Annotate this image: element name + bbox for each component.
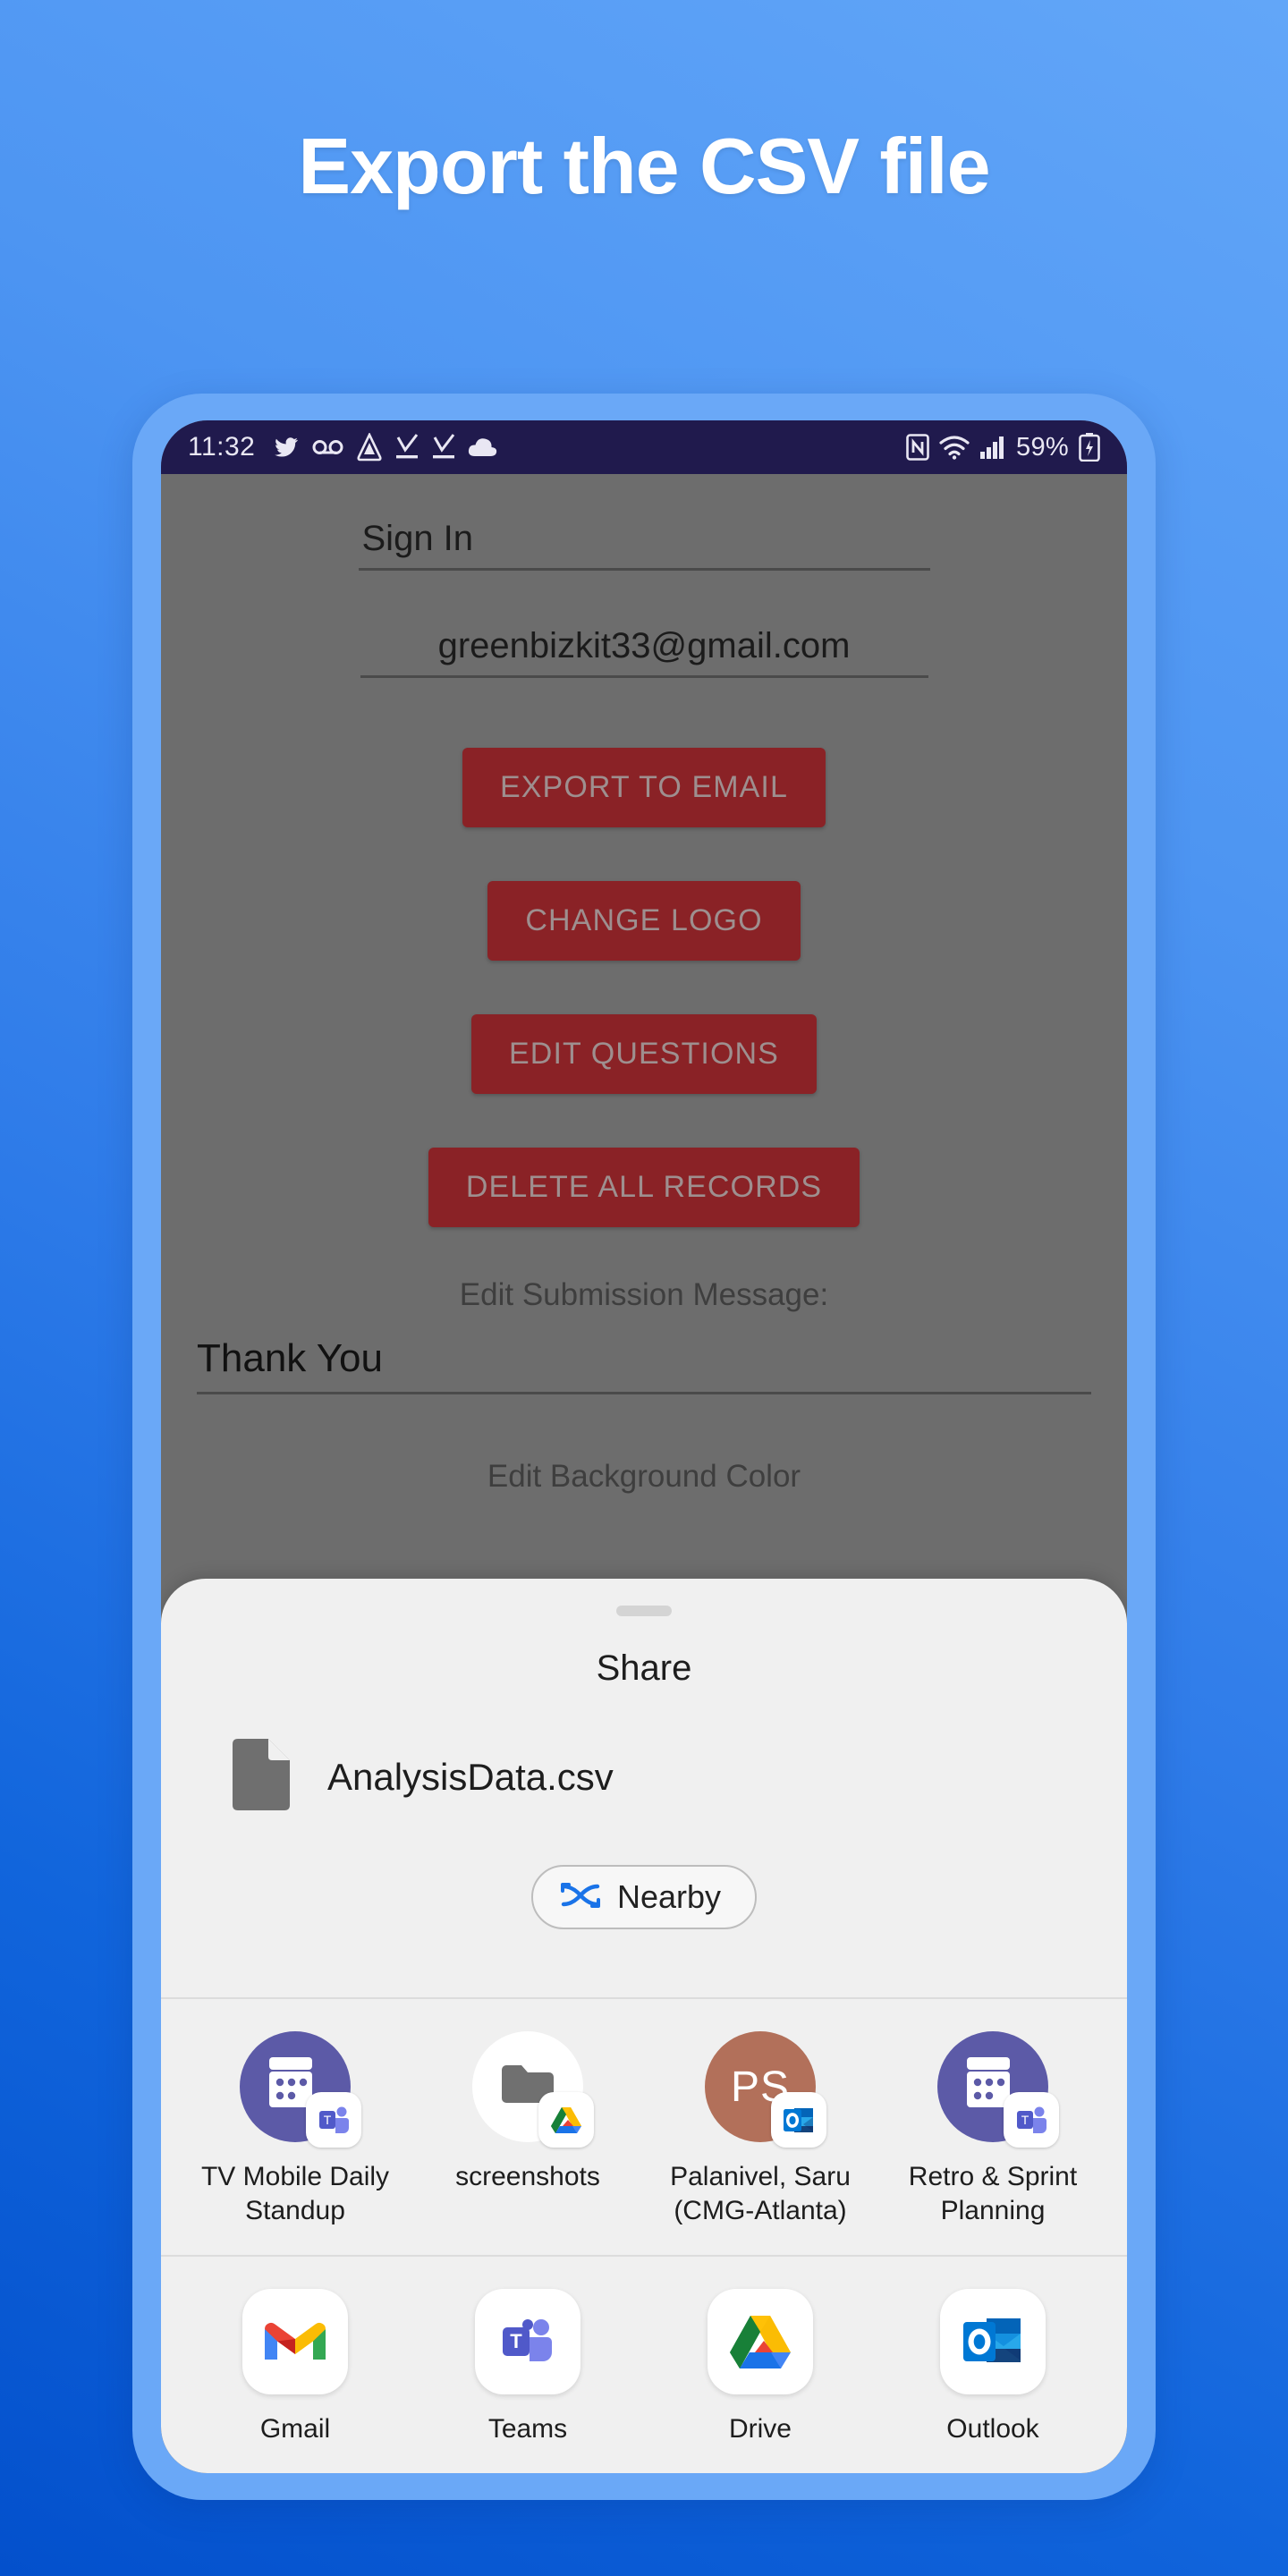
download-complete-icon [394, 434, 419, 461]
calendar-avatar: T [240, 2031, 361, 2148]
status-bar-clock: 11:32 [188, 432, 256, 462]
share-sheet: Share AnalysisData.csv Nearby T TV Mobil… [161, 1579, 1127, 2473]
nearby-row: Nearby [161, 1865, 1127, 1929]
outlook-icon [940, 2288, 1046, 2394]
drive-icon [708, 2288, 813, 2394]
contact-label: screenshots [455, 2162, 600, 2191]
contact-retro-sprint-planning[interactable]: T Retro & Sprint Planning [890, 2031, 1096, 2228]
teams-icon: T [475, 2288, 580, 2394]
contact-label: Retro & Sprint Planning [908, 2162, 1078, 2225]
apps-row: Gmail T Teams Drive Outlook [161, 2257, 1127, 2446]
battery-charging-icon [1079, 433, 1100, 462]
contact-screenshots[interactable]: screenshots [425, 2031, 631, 2228]
wifi-icon [939, 435, 970, 460]
share-sheet-title: Share [596, 1648, 692, 1688]
submission-message-label: Edit Submission Message: [459, 1277, 829, 1312]
page-title: Export the CSV file [298, 122, 990, 210]
status-bar-right: 59% [906, 433, 1100, 462]
action-buttons: EXPORT TO EMAIL CHANGE LOGO EDIT QUESTIO… [161, 678, 1127, 1227]
nearby-label: Nearby [616, 1878, 722, 1915]
contact-label: TV Mobile Daily Standup [200, 2162, 390, 2225]
svg-text:T: T [324, 2113, 332, 2127]
svg-text:T: T [1021, 2113, 1030, 2127]
phone-frame: 11:32 59% Sign In greenbizkit33@gmail.co… [132, 394, 1156, 2500]
app-gmail[interactable]: Gmail [192, 2288, 398, 2446]
phone-screen: 11:32 59% Sign In greenbizkit33@gmail.co… [161, 420, 1127, 2473]
twitter-icon [272, 435, 301, 460]
app-label: Drive [728, 2413, 792, 2444]
download-complete-icon-2 [431, 434, 456, 461]
background-color-label: Edit Background Color [487, 1459, 801, 1494]
email-field[interactable]: greenbizkit33@gmail.com [360, 626, 928, 678]
voicemail-icon [312, 437, 344, 457]
app-label: Gmail [259, 2413, 331, 2444]
teams-badge-icon: T [306, 2092, 361, 2148]
edit-questions-button[interactable]: EDIT QUESTIONS [471, 1014, 817, 1094]
nearby-share-icon [560, 1881, 601, 1914]
cellular-signal-icon [979, 435, 1006, 460]
file-icon [233, 1739, 290, 1815]
contact-label: Palanivel, Saru (CMG-Atlanta) [670, 2162, 851, 2225]
delete-all-records-button[interactable]: DELETE ALL RECORDS [428, 1148, 860, 1227]
shared-file-name: AnalysisData.csv [327, 1755, 614, 1798]
status-bar: 11:32 59% [161, 420, 1127, 474]
change-logo-button[interactable]: CHANGE LOGO [487, 881, 801, 961]
submission-message-field[interactable]: Thank You [197, 1336, 1091, 1394]
battery-percent-label: 59% [1016, 432, 1069, 462]
app-outlook[interactable]: Outlook [890, 2288, 1096, 2446]
shared-file-row[interactable]: AnalysisData.csv [233, 1739, 1127, 1815]
folder-avatar [472, 2031, 594, 2148]
outlook-badge-icon [771, 2092, 826, 2148]
drive-badge-icon [538, 2092, 594, 2148]
export-to-email-button[interactable]: EXPORT TO EMAIL [462, 748, 826, 827]
cloud-icon [468, 436, 498, 458]
svg-text:T: T [510, 2330, 522, 2352]
contacts-row: T TV Mobile Daily Standup screenshots PS… [161, 1999, 1127, 2228]
gmail-icon [242, 2288, 348, 2394]
contact-palanivel-saru[interactable]: PS Palanivel, Saru (CMG-Atlanta) [657, 2031, 863, 2228]
app-drive[interactable]: Drive [657, 2288, 863, 2446]
app-teams[interactable]: T Teams [425, 2288, 631, 2446]
app-label: Outlook [946, 2413, 1039, 2444]
teams-badge-icon: T [1004, 2092, 1059, 2148]
sheet-grabber[interactable] [616, 1606, 672, 1616]
nearby-chip[interactable]: Nearby [530, 1865, 758, 1929]
calendar-avatar: T [937, 2031, 1059, 2148]
initials-avatar: PS [705, 2031, 826, 2148]
drive-icon [356, 433, 383, 462]
signin-field[interactable]: Sign In [358, 519, 930, 571]
contact-tv-mobile-daily-standup[interactable]: T TV Mobile Daily Standup [192, 2031, 398, 2228]
status-bar-left: 11:32 [188, 432, 906, 462]
app-label: Teams [487, 2413, 568, 2444]
nfc-icon [906, 434, 929, 461]
